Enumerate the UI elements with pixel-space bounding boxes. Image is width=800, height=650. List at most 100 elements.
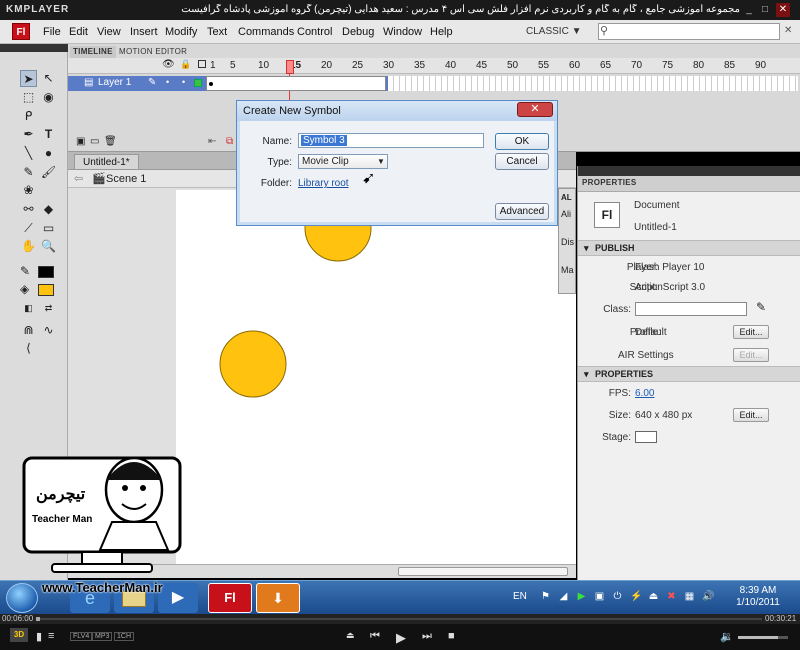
network-icon[interactable]: ◢	[558, 591, 569, 602]
lock-icon[interactable]: 🔒	[180, 59, 191, 70]
monitor-icon[interactable]: ▦	[684, 591, 695, 602]
pencil-icon[interactable]: ✎	[756, 300, 766, 314]
eye-icon[interactable]: 👁	[162, 59, 175, 70]
smooth-icon[interactable]: ∿	[40, 322, 57, 339]
ok-button[interactable]: OK	[495, 133, 549, 150]
update-icon[interactable]: ⚡	[630, 591, 642, 602]
close-icon[interactable]: ✕	[517, 102, 553, 117]
eject-icon[interactable]: ⏏	[346, 630, 355, 641]
advanced-button[interactable]: Advanced	[495, 203, 549, 220]
symbol-type-select[interactable]: Movie Clip ▼	[298, 154, 388, 169]
usb-icon[interactable]: ⏏	[648, 591, 659, 602]
seek-thumb[interactable]	[36, 617, 40, 621]
zoom-tool-icon[interactable]: 🔍	[40, 238, 57, 255]
next-icon[interactable]: ⏭	[422, 630, 432, 643]
menu-text[interactable]: Text	[207, 26, 227, 38]
stroke-color-swatch[interactable]	[38, 266, 54, 278]
straighten-icon[interactable]: ⟨	[20, 340, 37, 357]
deco-tool-icon[interactable]: ❀	[20, 182, 37, 199]
tab-timeline[interactable]: TIMELINE	[70, 46, 116, 58]
tab-properties[interactable]: PROPERTIES	[582, 178, 637, 187]
menu-edit[interactable]: Edit	[69, 26, 88, 38]
menu-window[interactable]: Window	[383, 26, 422, 38]
tab-motion-editor[interactable]: MOTION EDITOR	[116, 46, 190, 58]
menu-modify[interactable]: Modify	[165, 26, 197, 38]
properties-section-header[interactable]: ▾ PROPERTIES	[578, 366, 800, 382]
document-tab[interactable]: Untitled-1*	[74, 154, 139, 169]
volume-icon[interactable]: 🔊	[702, 591, 714, 602]
fill-color-swatch[interactable]	[38, 284, 54, 296]
help-search-input[interactable]	[598, 23, 780, 40]
3d-toggle-icon[interactable]: 3D	[10, 628, 28, 642]
flash-taskbar-icon[interactable]: Fl	[208, 583, 252, 613]
publish-section-header[interactable]: ▾ PUBLISH	[578, 240, 800, 256]
delete-layer-icon[interactable]: 🗑	[104, 136, 117, 147]
selection-tool-icon[interactable]: ➤	[20, 70, 37, 87]
new-layer-icon[interactable]: ▣	[76, 136, 85, 147]
class-input[interactable]	[635, 302, 747, 316]
kmplayer-taskbar-icon[interactable]: ⬇	[256, 583, 300, 613]
subselection-tool-icon[interactable]: ↖	[40, 70, 57, 87]
bone-tool-icon[interactable]: ⚯	[20, 201, 37, 218]
brush-tool-icon[interactable]: 🖌	[40, 164, 57, 181]
minimize-icon[interactable]: _	[742, 3, 756, 17]
workspace-switcher[interactable]: CLASSIC ▼	[526, 24, 582, 40]
free-transform-tool-icon[interactable]: ⬚	[20, 89, 37, 106]
profile-edit-button[interactable]: Edit...	[733, 325, 769, 339]
power-icon[interactable]: ⏻	[612, 591, 623, 602]
oval-tool-icon[interactable]: ●	[40, 145, 57, 162]
close-icon[interactable]: ✕	[776, 3, 790, 17]
outline-color-icon[interactable]	[194, 79, 202, 87]
cancel-button[interactable]: Cancel	[495, 153, 549, 170]
stage-color-swatch[interactable]	[635, 431, 657, 443]
keyframe-span[interactable]	[206, 76, 386, 91]
menu-insert[interactable]: Insert	[130, 26, 158, 38]
maximize-icon[interactable]: □	[758, 3, 772, 17]
language-indicator[interactable]: EN	[513, 591, 527, 602]
air-edit-button[interactable]: Edit...	[733, 348, 769, 362]
seek-bar[interactable]: 00:06:00 00:30:21	[0, 614, 800, 624]
menu-icon[interactable]: ▮	[36, 630, 42, 643]
menu-help[interactable]: Help	[430, 26, 453, 38]
3d-rotation-tool-icon[interactable]: ◉	[40, 89, 57, 106]
eyedropper-tool-icon[interactable]: ⟋	[20, 220, 37, 237]
outline-icon[interactable]	[198, 60, 206, 68]
library-tab-label[interactable]: AL	[561, 193, 572, 202]
menu-control[interactable]: Control	[297, 26, 332, 38]
frame-cells[interactable]	[388, 76, 798, 91]
fps-value[interactable]: 6.00	[635, 388, 654, 399]
scroll-thumb[interactable]	[398, 567, 568, 576]
line-tool-icon[interactable]: ╲	[20, 145, 37, 162]
swap-colors-icon[interactable]: ⇄	[40, 300, 57, 317]
back-arrow-icon[interactable]: ⇦	[74, 172, 83, 185]
previous-icon[interactable]: ⏮	[370, 630, 380, 643]
menu-commands[interactable]: Commands	[238, 26, 294, 38]
snap-to-objects-icon[interactable]: ⋒	[20, 322, 37, 339]
text-tool-icon[interactable]: T	[40, 126, 57, 143]
security-icon[interactable]: ✖	[666, 591, 677, 602]
play-icon[interactable]: ▶	[396, 630, 406, 646]
hand-tool-icon[interactable]: ✋	[20, 238, 37, 255]
eraser-tool-icon[interactable]: ▭	[40, 220, 57, 237]
new-folder-icon[interactable]: ▭	[90, 136, 99, 147]
symbol-name-field[interactable]: Symbol 3	[298, 133, 484, 148]
menu-debug[interactable]: Debug	[342, 26, 374, 38]
start-button[interactable]	[6, 583, 38, 613]
flag-icon[interactable]: ⚑	[540, 591, 551, 602]
paint-bucket-tool-icon[interactable]: ◆	[40, 201, 57, 218]
size-edit-button[interactable]: Edit...	[733, 408, 769, 422]
volume-icon[interactable]: 🔉	[720, 630, 734, 643]
stage-canvas[interactable]	[176, 190, 576, 564]
pen-tool-icon[interactable]: ✒	[20, 126, 37, 143]
close-icon[interactable]: ✕	[784, 25, 796, 36]
visibility-dot-icon[interactable]: •	[166, 77, 169, 87]
pencil-tool-icon[interactable]: ✎	[20, 164, 37, 181]
lasso-tool-icon[interactable]: ᑭ	[20, 108, 37, 125]
system-clock[interactable]: 8:39 AM 1/10/2011	[718, 585, 798, 609]
play-icon[interactable]: ▶	[576, 591, 587, 602]
volume-slider[interactable]	[738, 636, 788, 639]
lock-dot-icon[interactable]: •	[182, 77, 185, 87]
media-player-icon[interactable]: ▶	[158, 583, 198, 613]
scene-name[interactable]: Scene 1	[106, 173, 146, 185]
black-white-icon[interactable]: ◧	[20, 300, 37, 317]
